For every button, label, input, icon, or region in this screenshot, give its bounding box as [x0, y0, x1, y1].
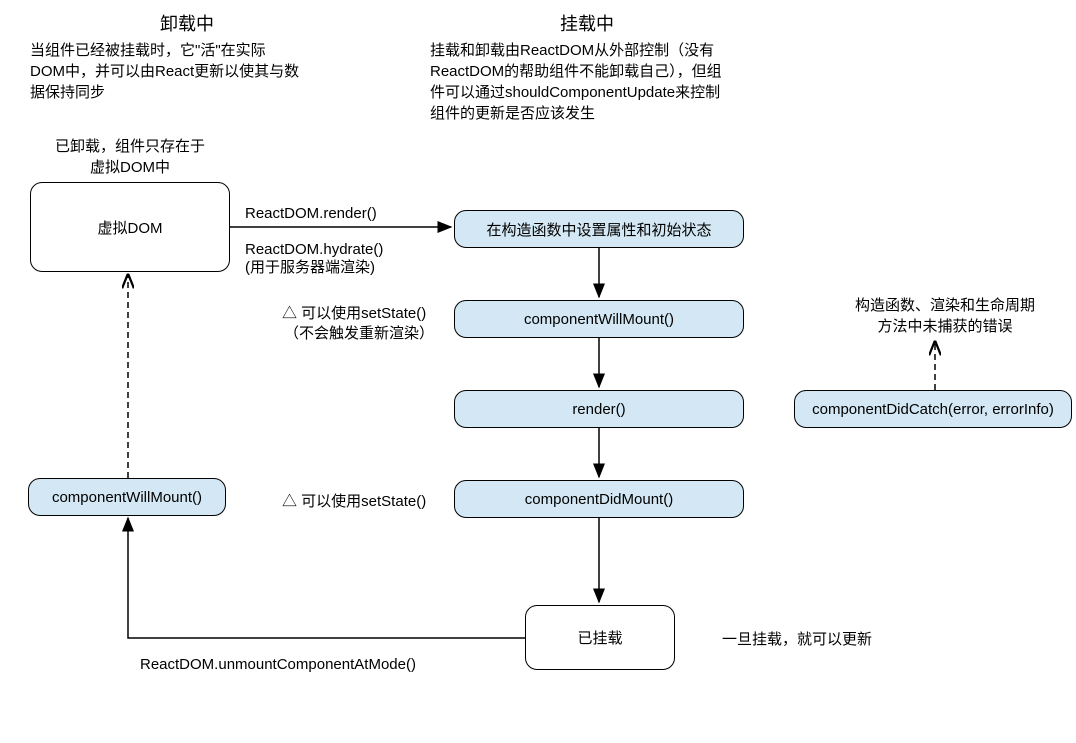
unloaded-note: 已卸载，组件只存在于虚拟DOM中	[55, 136, 205, 178]
render-box: render()	[454, 390, 744, 428]
mounted-label: 已挂载	[577, 627, 622, 648]
component-did-catch-box: componentDidCatch(error, errorInfo)	[794, 390, 1072, 428]
component-will-mount-label: componentWillMount()	[524, 311, 674, 328]
component-did-catch-label: componentDidCatch(error, errorInfo)	[812, 401, 1054, 418]
unmounting-desc: 当组件已经被挂载时，它"活"在实际DOM中，并可以由React更新以使其与数据保…	[30, 40, 300, 103]
mounting-title: 挂载中	[560, 10, 614, 36]
component-will-unmount-label: componentWillMount()	[52, 489, 202, 506]
reactdom-hydrate-label: ReactDOM.hydrate()	[245, 240, 383, 260]
setstate-norender-1: △ 可以使用setState()	[282, 304, 426, 324]
once-mounted-label: 一旦挂载，就可以更新	[722, 630, 872, 650]
mounted-box: 已挂载	[525, 605, 675, 670]
virtual-dom-label: 虚拟DOM	[98, 217, 163, 238]
hydrate-note-label: (用于服务器端渲染)	[245, 258, 375, 278]
virtual-dom-box: 虚拟DOM	[30, 182, 230, 272]
constructor-box: 在构造函数中设置属性和初始状态	[454, 210, 744, 248]
setstate-can-label: △ 可以使用setState()	[282, 492, 426, 512]
component-will-unmount-box: componentWillMount()	[28, 478, 226, 516]
unmounting-title: 卸载中	[160, 10, 214, 36]
component-will-mount-box: componentWillMount()	[454, 300, 744, 338]
setstate-norender-2: （不会触发重新渲染）	[284, 324, 434, 344]
unmount-at-node-label: ReactDOM.unmountComponentAtMode()	[140, 655, 416, 675]
reactdom-render-label: ReactDOM.render()	[245, 204, 377, 224]
component-did-mount-box: componentDidMount()	[454, 480, 744, 518]
error-note: 构造函数、渲染和生命周期方法中未捕获的错误	[850, 295, 1040, 337]
render-label: render()	[572, 401, 625, 418]
constructor-label: 在构造函数中设置属性和初始状态	[486, 219, 711, 240]
mounting-desc: 挂载和卸载由ReactDOM从外部控制（没有ReactDOM的帮助组件不能卸载自…	[430, 40, 730, 124]
component-did-mount-label: componentDidMount()	[525, 491, 673, 508]
